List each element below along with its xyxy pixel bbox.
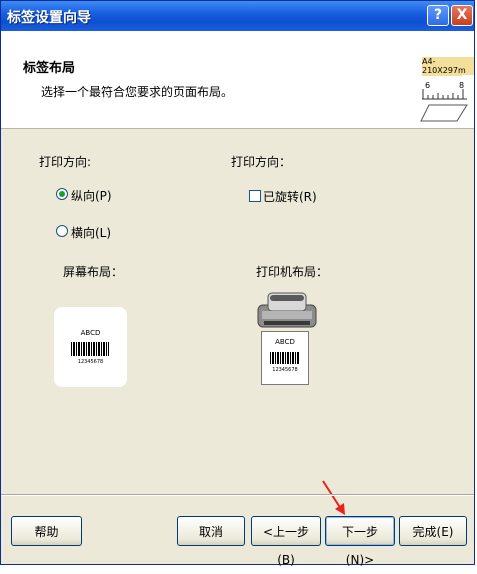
landscape-radio[interactable]: [56, 225, 68, 237]
rotated-label[interactable]: 已旋转(R): [263, 188, 317, 205]
cancel-button[interactable]: 取消: [177, 516, 245, 546]
screen-layout-label: 屏幕布局：: [63, 265, 124, 279]
wizard-header: 标签布局 选择一个最符合您要求的页面布局。 6 8 A4-210X297m: [1, 31, 474, 129]
annotation-arrow-icon: [322, 480, 345, 515]
paper-size-label: A4-210X297m: [422, 57, 474, 75]
next-button[interactable]: 下一步(N)>: [325, 516, 395, 567]
portrait-label[interactable]: 纵向(P): [71, 187, 112, 204]
barcode-icon: [71, 342, 109, 356]
rotated-checkbox[interactable]: [249, 190, 261, 202]
orientation-label: 打印方向:: [39, 155, 92, 169]
printer-barcode-icon: [270, 352, 300, 364]
close-button[interactable]: X: [451, 5, 473, 26]
printer-icon: [257, 292, 317, 328]
window-title: 标签设置向导: [7, 10, 91, 26]
screen-layout-preview: ABCD 12345678: [54, 307, 127, 387]
landscape-label[interactable]: 横向(L): [71, 224, 111, 241]
button-separator: [1, 494, 474, 496]
title-bar[interactable]: 标签设置向导 ? X: [1, 1, 474, 31]
ruler-tick-left: 6: [425, 81, 430, 90]
page-title: 标签布局: [23, 61, 76, 76]
printer-preview-text: ABCD: [275, 338, 295, 346]
ruler-tick-right: 8: [459, 81, 464, 90]
printer-layout-label: 打印机布局：: [256, 265, 329, 279]
help-title-button[interactable]: ?: [427, 5, 449, 26]
preview-text: ABCD: [80, 329, 101, 337]
portrait-radio[interactable]: [56, 188, 68, 200]
rotation-label: 打印方向：: [231, 155, 292, 169]
page-subtitle: 选择一个最符合您要求的页面布局。: [41, 85, 234, 99]
preview-number: 12345678: [77, 359, 104, 365]
finish-button[interactable]: 完成(E): [399, 516, 467, 546]
help-button[interactable]: 帮助: [11, 516, 82, 546]
printer-preview-number: 12345678: [272, 367, 298, 373]
printer-layout-preview: ABCD 12345678: [261, 331, 309, 385]
back-button[interactable]: <上一步(B): [251, 516, 321, 567]
wizard-window: 标签设置向导 ? X 标签布局 选择一个最符合您要求的页面布局。 6 8 A4-…: [0, 0, 475, 567]
